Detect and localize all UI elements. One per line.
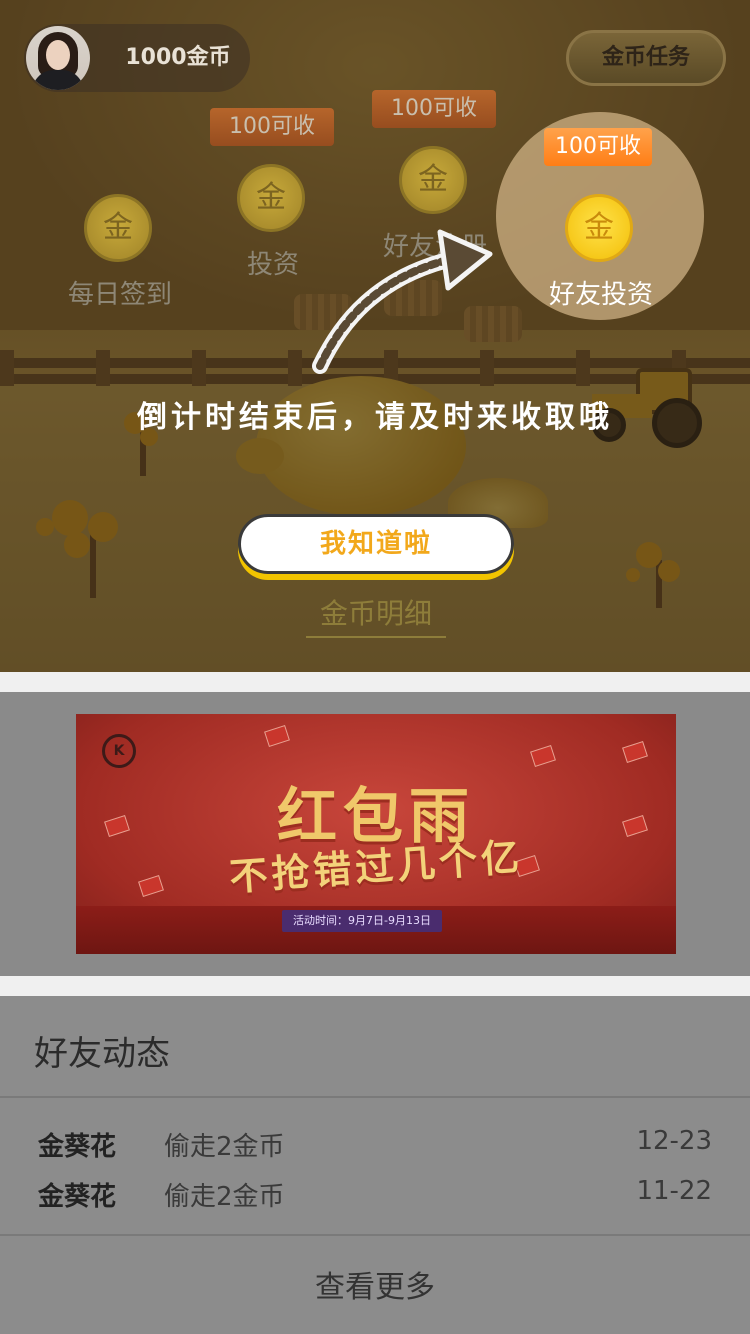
divider [0,1234,750,1236]
coin-icon: 金 [565,194,633,262]
task-label: 好友投资 [548,280,653,310]
list-item: 金葵花 偷走2金币 11-22 [0,1176,750,1220]
got-it-button[interactable]: 我知道啦 [238,514,514,574]
guide-arrow-icon [312,229,493,374]
red-envelope-icon [264,724,290,748]
collectable-tag: 100可收 [210,108,334,146]
friend-name: 金葵花 [38,1132,117,1162]
promo-banner[interactable]: K 红包雨 不抢错过几个亿 活动时间：9月7日-9月13日 [76,714,676,954]
task-label: 每日签到 [67,280,172,310]
divider [0,1096,750,1098]
user-coin-pill[interactable]: 1000金币 [24,24,250,92]
list-item: 金葵花 偷走2金币 12-23 [0,1126,750,1170]
banner-date: 活动时间：9月7日-9月13日 [282,910,442,932]
red-envelope-icon [530,744,556,768]
friend-feed: 好友动态 金葵花 偷走2金币 12-23 金葵花 偷走2金币 11-22 查看更… [0,996,750,1334]
activity-date: 12-23 [636,1126,712,1156]
brand-logo: K [102,734,136,768]
view-more-link[interactable]: 查看更多 [0,1262,750,1306]
coin-task-button[interactable]: 金币任务 [566,30,726,86]
friend-action: 偷走2金币 [164,1182,285,1212]
feed-title: 好友动态 [34,1034,170,1074]
activity-date: 11-22 [636,1176,712,1206]
coin-icon: 金 [84,194,152,262]
avatar[interactable] [26,26,90,90]
coin-balance: 1000金币 [125,45,231,70]
friend-name: 金葵花 [38,1182,117,1212]
banner-section: K 红包雨 不抢错过几个亿 活动时间：9月7日-9月13日 [0,692,750,976]
guide-tip: 倒计时结束后，请及时来收取哦 [137,400,613,435]
friend-action: 偷走2金币 [164,1132,285,1162]
coin-icon: 金 [399,146,467,214]
collectable-tag: 100可收 [372,90,496,128]
coin-icon: 金 [237,164,305,232]
red-envelope-icon [622,740,648,764]
collectable-tag: 100可收 [544,128,652,166]
coin-detail-link[interactable]: 金币明细 [306,592,446,638]
